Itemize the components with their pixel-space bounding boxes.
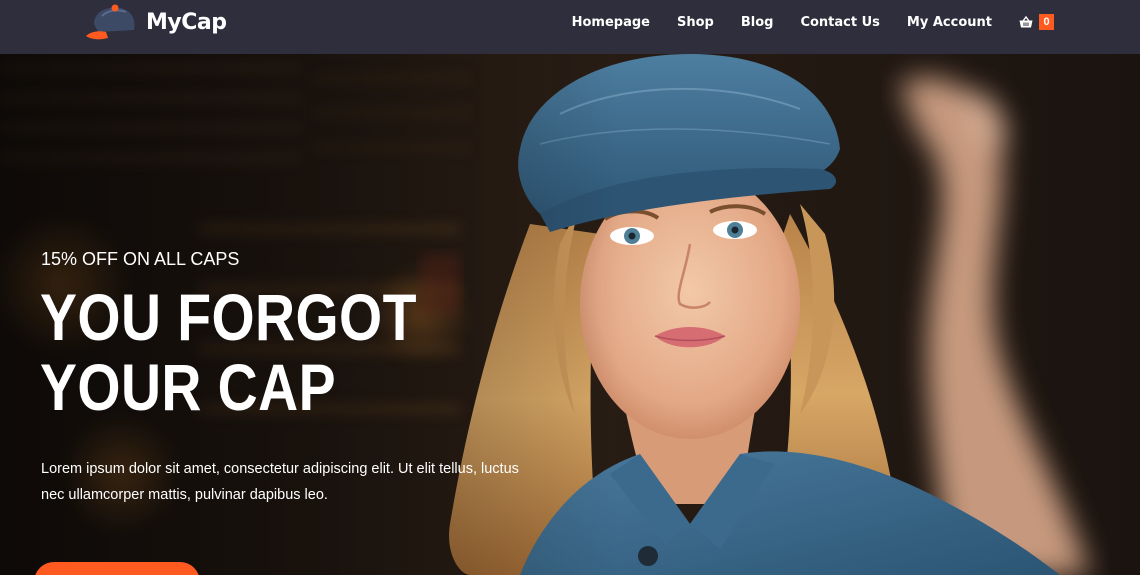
site-header: MyCap Homepage Shop Blog Contact Us My A… — [0, 0, 1140, 54]
logo-text: MyCap — [146, 9, 227, 35]
hero-title: YOU FORGOT YOUR CAP — [40, 280, 417, 424]
cart-button[interactable]: 0 — [1019, 14, 1054, 30]
main-navigation: Homepage Shop Blog Contact Us My Account… — [572, 0, 1140, 44]
hero-description: Lorem ipsum dolor sit amet, consectetur … — [41, 461, 519, 503]
hero-section: 15% OFF ON ALL CAPS YOU FORGOT YOUR CAP … — [0, 54, 1140, 575]
cart-count-badge: 0 — [1039, 14, 1054, 30]
basket-icon — [1019, 16, 1033, 28]
cap-logo-icon — [86, 4, 135, 40]
nav-homepage[interactable]: Homepage — [572, 15, 650, 30]
nav-shop[interactable]: Shop — [677, 15, 714, 30]
hero-eyebrow: 15% OFF ON ALL CAPS — [41, 249, 240, 269]
nav-my-account[interactable]: My Account — [907, 15, 992, 30]
site-logo[interactable]: MyCap — [84, 2, 227, 42]
nav-contact-us[interactable]: Contact Us — [800, 15, 879, 30]
hero-cta-button[interactable] — [34, 562, 200, 575]
nav-blog[interactable]: Blog — [741, 15, 774, 30]
